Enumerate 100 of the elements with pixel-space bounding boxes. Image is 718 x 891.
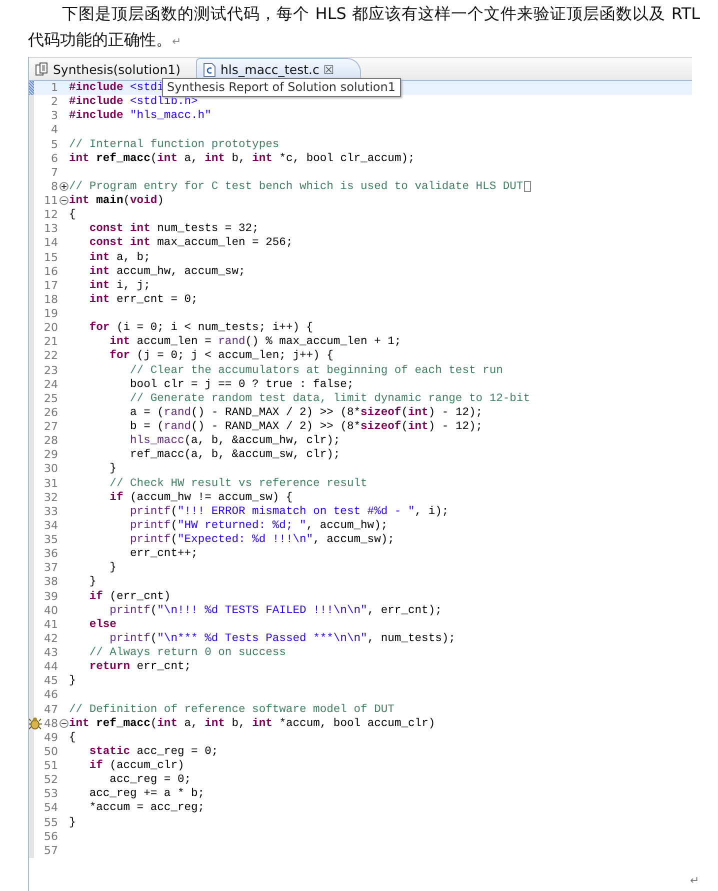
code-line: int accum_hw, accum_sw; (88, 264, 246, 279)
line-number: 52 (43, 773, 58, 788)
code-line: // Clear the accumulators at beginning of each test run (129, 364, 503, 378)
line-number: 25 (43, 392, 58, 406)
code-line: for (j = 0; j < accum_len; j++) { (108, 349, 334, 364)
line-number: 47 (43, 702, 58, 717)
code-line: ref_macc(a, b, &accum_sw, clr); (129, 448, 340, 462)
line-number: 36 (43, 547, 58, 562)
code-line: printf("HW returned: %d; ", accum_hw); (129, 518, 388, 533)
line-number: 20 (43, 321, 58, 336)
line-number: 14 (43, 236, 58, 250)
line-number: 17 (43, 278, 58, 293)
line-number: 33 (43, 504, 58, 519)
code-line: // Definition of reference software model of DUT (69, 702, 394, 717)
line-number: 22 (43, 349, 58, 364)
code-line: int ref_macc(int a, int b, int *accum, bool accum_clr) (69, 716, 436, 731)
line-number: 54 (43, 801, 58, 816)
line-number: 48 (43, 716, 58, 731)
close-icon[interactable]: ☒ (323, 62, 334, 76)
line-number: 24 (43, 378, 58, 392)
code-line: a = (rand() - RAND_MAX / 2) >> (8*sizeof(int) - 12); (129, 406, 483, 420)
code-line: int a, b; (88, 250, 150, 265)
line-number: 8 (50, 180, 58, 194)
code-line: acc_reg += a * b; (88, 787, 205, 802)
code-line: const int max_accum_len = 256; (88, 236, 293, 250)
folded-code-icon[interactable] (524, 180, 532, 192)
code-line: if (accum_clr) (88, 759, 184, 774)
line-number: 53 (43, 787, 58, 802)
line-number: 12 (43, 208, 58, 222)
code-line: } (88, 575, 96, 590)
line-number: 23 (43, 364, 58, 378)
line-number: 32 (43, 490, 58, 505)
code-line: err_cnt++; (129, 547, 198, 562)
line-number: 3 (50, 109, 58, 124)
code-line: // Always return 0 on success (88, 646, 286, 660)
line-number: 39 (43, 590, 58, 604)
code-line: // Program entry for C test bench which is used to validate HLS DUT (69, 180, 524, 194)
code-line: b = (rand() - RAND_MAX / 2) >> (8*sizeof(int) - 12); (129, 420, 483, 434)
paragraph-mark: ↵ (690, 874, 700, 887)
line-number: 31 (43, 476, 58, 491)
line-number: 49 (43, 730, 58, 745)
line-number: 50 (43, 744, 58, 759)
code-line: #include <stdlib.h> (69, 95, 198, 110)
report-icon (35, 62, 49, 76)
line-number: 40 (43, 604, 58, 618)
line-number: 4 (50, 123, 58, 138)
paragraph-mark: ↵ (172, 35, 182, 48)
line-number: 21 (43, 335, 58, 350)
code-line: } (69, 816, 76, 830)
line-number: 34 (43, 518, 58, 533)
code-line: int main(void) (69, 194, 164, 208)
code-line: // Internal function prototypes (69, 138, 280, 152)
collapse-icon[interactable] (58, 196, 68, 206)
line-number: 56 (43, 830, 58, 844)
line-number: 13 (43, 222, 58, 236)
editor-tab[interactable]: hls_macc_test.c ☒ (196, 58, 362, 80)
code-line: static acc_reg = 0; (88, 744, 218, 759)
line-number: 42 (43, 632, 58, 646)
code-line: int i, j; (88, 278, 150, 293)
line-number: 16 (43, 264, 58, 279)
line-number: 29 (43, 448, 58, 462)
line-number: 57 (43, 844, 58, 858)
line-number: 46 (43, 688, 58, 702)
line-number: 35 (43, 533, 58, 548)
line-number: 27 (43, 420, 58, 434)
expand-icon[interactable] (58, 182, 68, 192)
code-line: // Check HW result vs reference result (108, 476, 368, 491)
line-number: 37 (43, 561, 58, 576)
line-number: 19 (43, 307, 58, 322)
line-number: 7 (50, 166, 58, 180)
code-line: } (108, 462, 116, 476)
collapse-icon[interactable] (58, 718, 68, 729)
code-line: } (108, 561, 116, 576)
line-number: 26 (43, 406, 58, 420)
line-number: 5 (50, 138, 58, 152)
code-line: int ref_macc(int a, int b, int *c, bool clr_accum); (69, 152, 415, 166)
code-line: #include "hls_macc.h" (69, 109, 212, 124)
line-number: 43 (43, 646, 58, 660)
line-number: 6 (50, 152, 58, 166)
code-line: printf("\n*** %d Tests Passed ***\n\n", num_tests); (108, 632, 456, 646)
code-line: printf("\n!!! %d TESTS FAILED !!!\n\n", err_cnt); (108, 604, 442, 618)
code-line: else (88, 618, 116, 632)
line-number: 11 (43, 194, 58, 208)
code-line: int err_cnt = 0; (88, 292, 198, 307)
line-number: 30 (43, 462, 58, 476)
line-number: 38 (43, 575, 58, 590)
code-line: // Generate random test data, limit dynamic range to 12-bit (129, 392, 530, 406)
code-line: int accum_len = rand() % max_accum_len + 1; (108, 335, 402, 350)
line-number: 15 (43, 250, 58, 265)
line-number: 51 (43, 759, 58, 774)
code-line: for (i = 0; i < num_tests; i++) { (88, 321, 314, 336)
line-number: 2 (50, 95, 58, 110)
code-line: return err_cnt; (88, 660, 192, 674)
line-number: 1 (50, 81, 58, 96)
code-line: const int num_tests = 32; (88, 222, 259, 236)
line-number: 41 (43, 618, 58, 632)
line-number: 55 (43, 816, 58, 830)
code-line: *accum = acc_reg; (88, 801, 205, 816)
code-line: { (69, 208, 76, 222)
code-line: if (accum_hw != accum_sw) { (108, 490, 293, 505)
